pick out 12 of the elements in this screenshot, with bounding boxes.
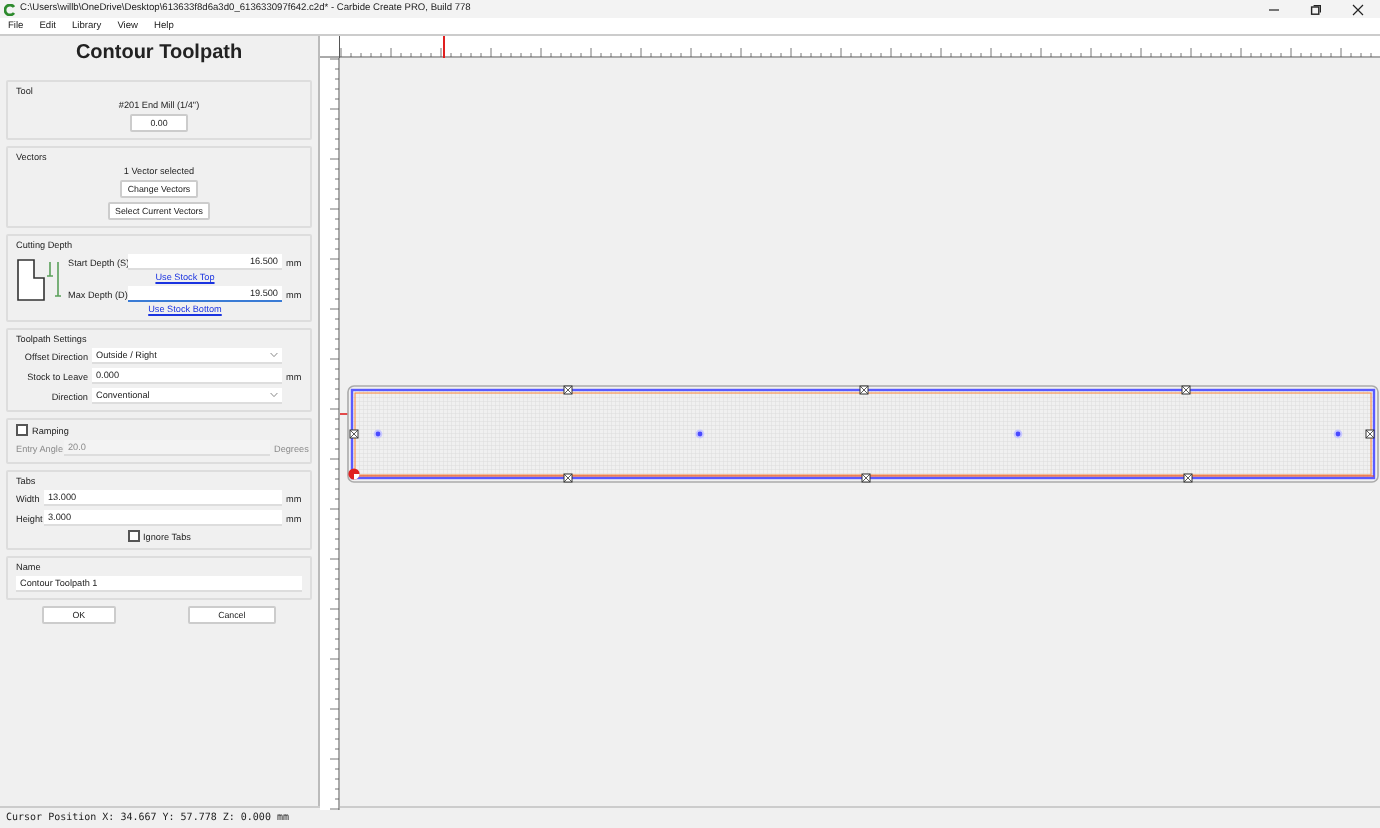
cursor-marker (442, 36, 446, 58)
checkbox[interactable] (127, 530, 140, 542)
checkbox[interactable] (16, 424, 28, 436)
minimize-icon[interactable] (1268, 3, 1280, 15)
panel-title: Contour Toolpath (73, 40, 245, 68)
restore-icon[interactable] (1310, 3, 1322, 15)
app-logo-icon (4, 3, 16, 15)
cursor-marker (340, 413, 349, 415)
caret-icon (270, 392, 278, 398)
caret-icon (270, 352, 278, 358)
close-icon[interactable] (1352, 3, 1364, 15)
depth-diagram-icon (16, 258, 64, 302)
